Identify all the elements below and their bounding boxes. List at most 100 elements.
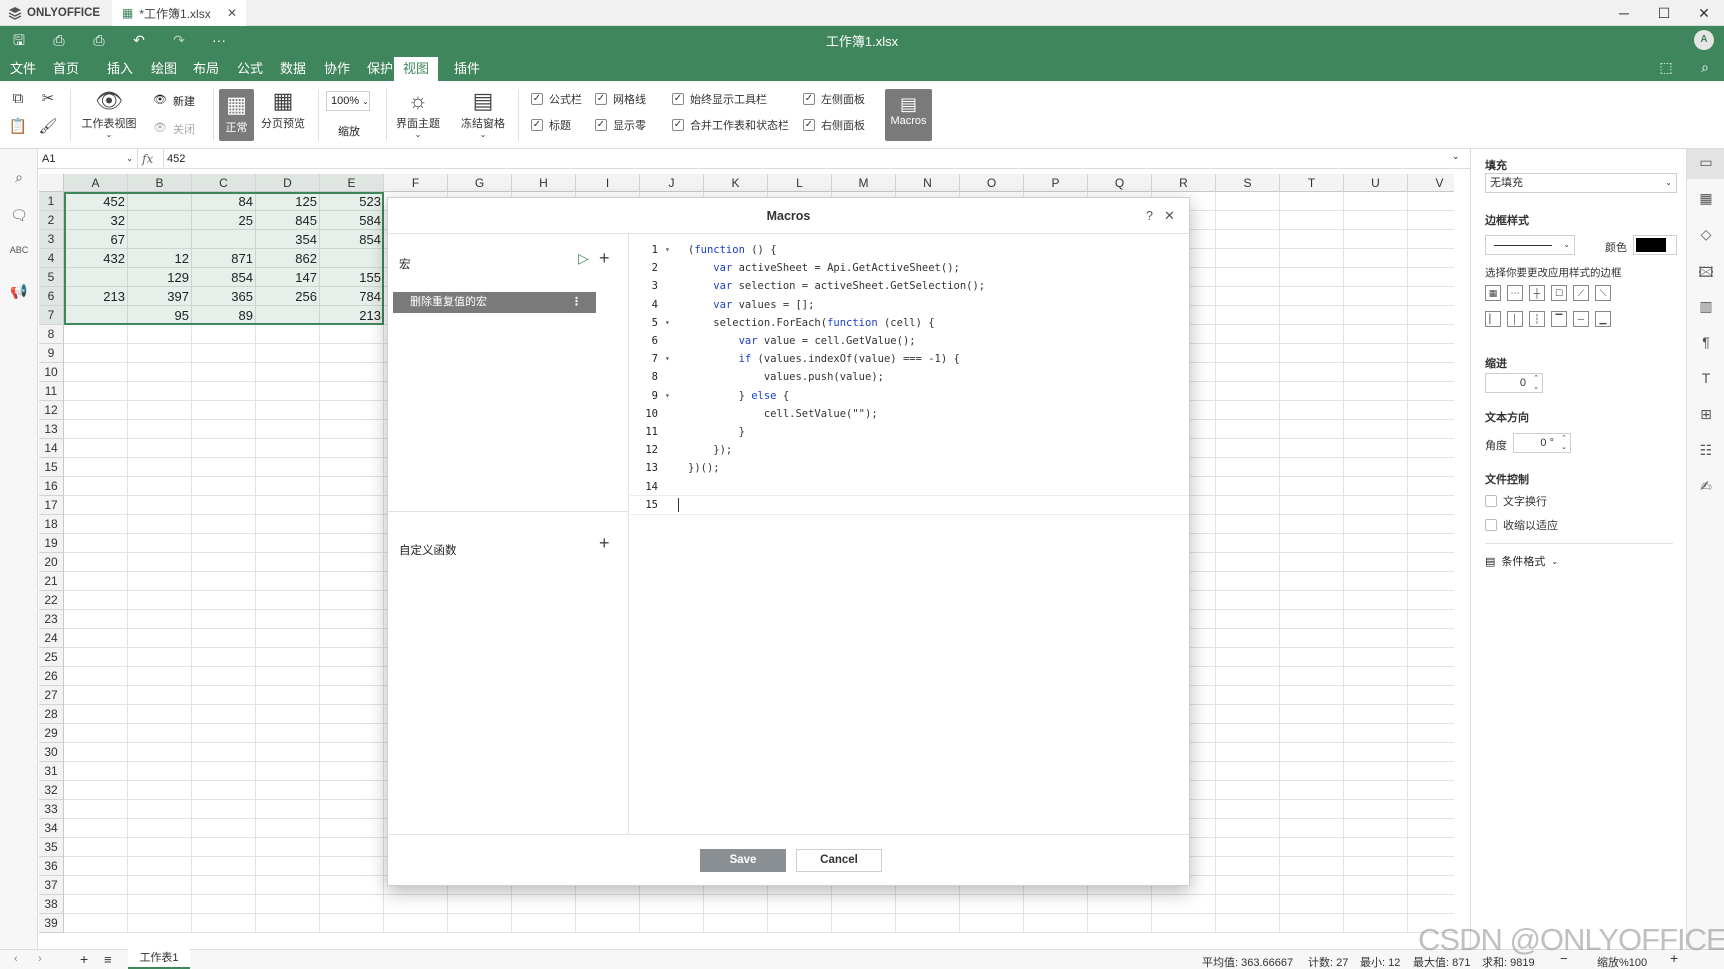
undo-icon[interactable]: ↶ bbox=[128, 30, 150, 50]
feedback-icon[interactable]: 📢 bbox=[9, 283, 29, 303]
row-header[interactable]: 8 bbox=[39, 325, 64, 344]
border-option-icon[interactable]: ⋯ bbox=[1507, 285, 1523, 301]
border-option-icon[interactable]: ▁ bbox=[1595, 311, 1611, 327]
cell[interactable]: 862 bbox=[256, 249, 320, 268]
close-view-button[interactable]: 👁 关闭 bbox=[153, 121, 195, 137]
format-painter-icon[interactable]: 🖌 bbox=[38, 117, 58, 137]
column-header[interactable]: F bbox=[384, 174, 448, 192]
cell[interactable]: 256 bbox=[256, 287, 320, 306]
zoom-select[interactable]: 100% ⌄ bbox=[326, 91, 370, 111]
menu-tab-0[interactable]: 文件 bbox=[1, 57, 45, 81]
row-header[interactable]: 33 bbox=[39, 800, 64, 819]
minimize-button[interactable]: ─ bbox=[1611, 3, 1637, 23]
sheet-view-button[interactable]: 👁 工作表视图 ⌄ bbox=[78, 87, 140, 139]
code-editor[interactable]: 1 ▾ (function () {2 var activeSheet = Api.… bbox=[630, 234, 1189, 834]
column-header[interactable]: V bbox=[1408, 174, 1454, 192]
search-icon[interactable]: ⌕ bbox=[1694, 57, 1716, 77]
menu-tab-6[interactable]: 数据 bbox=[271, 57, 315, 81]
border-option-icon[interactable]: │ bbox=[1507, 311, 1523, 327]
row-header[interactable]: 18 bbox=[39, 515, 64, 534]
signature-icon[interactable]: ✍ bbox=[1696, 478, 1716, 498]
cell[interactable]: 84 bbox=[192, 192, 256, 211]
close-window-button[interactable]: ✕ bbox=[1691, 3, 1717, 23]
row-header[interactable]: 34 bbox=[39, 819, 64, 838]
cell[interactable]: 397 bbox=[128, 287, 192, 306]
row-header[interactable]: 28 bbox=[39, 705, 64, 724]
help-icon[interactable]: ? bbox=[1146, 198, 1153, 234]
border-style-select[interactable]: ⌄ bbox=[1485, 235, 1575, 255]
view-option-checkbox-0[interactable]: ✓ 公式栏 bbox=[531, 91, 582, 107]
row-header[interactable]: 27 bbox=[39, 686, 64, 705]
menu-tab-10[interactable]: 插件 bbox=[445, 57, 489, 81]
open-location-icon[interactable]: ⬚ bbox=[1655, 57, 1677, 77]
macros-button[interactable]: ▤ Macros bbox=[885, 89, 932, 141]
row-header[interactable]: 7 bbox=[39, 306, 64, 325]
cell[interactable]: 32 bbox=[64, 211, 128, 230]
shrink-to-fit-checkbox[interactable]: 收缩以适应 bbox=[1485, 517, 1558, 533]
column-header[interactable]: C bbox=[192, 174, 256, 192]
row-header[interactable]: 6 bbox=[39, 287, 64, 306]
row-header[interactable]: 10 bbox=[39, 363, 64, 382]
row-header[interactable]: 3 bbox=[39, 230, 64, 249]
cell[interactable]: 89 bbox=[192, 306, 256, 325]
column-header[interactable]: M bbox=[832, 174, 896, 192]
menu-tab-9[interactable]: 视图 bbox=[394, 57, 439, 81]
row-header[interactable]: 19 bbox=[39, 534, 64, 553]
formula-input[interactable]: 452 bbox=[163, 149, 1463, 169]
menu-tab-1[interactable]: 首页 bbox=[44, 57, 88, 81]
add-macro-icon[interactable]: + bbox=[599, 248, 610, 269]
row-header[interactable]: 16 bbox=[39, 477, 64, 496]
freeze-panes-button[interactable]: ▤ 冻结窗格 ⌄ bbox=[457, 87, 509, 139]
column-header[interactable]: A bbox=[64, 174, 128, 192]
cell[interactable]: 845 bbox=[256, 211, 320, 230]
add-function-icon[interactable]: + bbox=[599, 533, 610, 554]
column-header[interactable]: D bbox=[256, 174, 320, 192]
fold-arrow-icon[interactable]: ▾ bbox=[665, 313, 670, 333]
border-option-icon[interactable]: ▔ bbox=[1551, 311, 1567, 327]
row-header[interactable]: 30 bbox=[39, 743, 64, 762]
view-option-checkbox-1[interactable]: ✓ 网格线 bbox=[595, 91, 646, 107]
image-settings-icon[interactable]: 🖾 bbox=[1696, 262, 1716, 282]
column-header[interactable]: H bbox=[512, 174, 576, 192]
fx-icon[interactable]: fx bbox=[142, 149, 162, 169]
cell[interactable]: 784 bbox=[320, 287, 384, 306]
row-header[interactable]: 32 bbox=[39, 781, 64, 800]
cell[interactable]: 213 bbox=[320, 306, 384, 325]
border-option-icon[interactable]: ⟋ bbox=[1573, 285, 1589, 301]
shape-settings-icon[interactable]: ◇ bbox=[1696, 226, 1716, 246]
maximize-button[interactable]: ☐ bbox=[1651, 3, 1677, 23]
fold-arrow-icon[interactable]: ▾ bbox=[665, 240, 670, 260]
cell[interactable]: 95 bbox=[128, 306, 192, 325]
column-header[interactable]: G bbox=[448, 174, 512, 192]
cell[interactable]: 155 bbox=[320, 268, 384, 287]
border-option-icon[interactable]: ┆ bbox=[1529, 311, 1545, 327]
sheet-tab[interactable]: 工作表1 bbox=[128, 949, 190, 969]
view-option-checkbox-2[interactable]: ✓ 始终显示工具栏 bbox=[672, 91, 767, 107]
border-color-picker[interactable] bbox=[1633, 235, 1677, 255]
wrap-text-checkbox[interactable]: 文字换行 bbox=[1485, 493, 1547, 509]
quick-print-icon[interactable]: ⎙ bbox=[88, 30, 110, 50]
menu-tab-7[interactable]: 协作 bbox=[315, 57, 359, 81]
column-header[interactable]: U bbox=[1344, 174, 1408, 192]
cell[interactable]: 147 bbox=[256, 268, 320, 287]
conditional-format-button[interactable]: ▤ 条件格式 ⌄ bbox=[1485, 553, 1558, 569]
column-header[interactable]: O bbox=[960, 174, 1024, 192]
interface-theme-button[interactable]: ☼ 界面主题 ⌄ bbox=[392, 87, 444, 139]
column-header[interactable]: J bbox=[640, 174, 704, 192]
stepper-icon[interactable]: ⌃ ⌄ bbox=[1533, 374, 1539, 392]
search-icon[interactable]: ⌕ bbox=[9, 169, 29, 189]
row-header[interactable]: 5 bbox=[39, 268, 64, 287]
column-header[interactable]: Q bbox=[1088, 174, 1152, 192]
row-header[interactable]: 2 bbox=[39, 211, 64, 230]
new-view-button[interactable]: 👁 新建 bbox=[153, 93, 195, 109]
file-tab[interactable]: ▦ *工作簿1.xlsx ✕ bbox=[112, 0, 246, 26]
row-header[interactable]: 14 bbox=[39, 439, 64, 458]
paragraph-settings-icon[interactable]: ¶ bbox=[1696, 334, 1716, 354]
expand-formula-icon[interactable]: ⌄ bbox=[1452, 151, 1460, 162]
table-settings-icon[interactable]: ▦ bbox=[1696, 190, 1716, 210]
row-header[interactable]: 4 bbox=[39, 249, 64, 268]
column-header[interactable]: I bbox=[576, 174, 640, 192]
border-option-icon[interactable]: ⟍ bbox=[1595, 285, 1611, 301]
border-option-icon[interactable]: ▦ bbox=[1485, 285, 1501, 301]
name-box[interactable]: A1 ⌄ bbox=[38, 149, 138, 169]
